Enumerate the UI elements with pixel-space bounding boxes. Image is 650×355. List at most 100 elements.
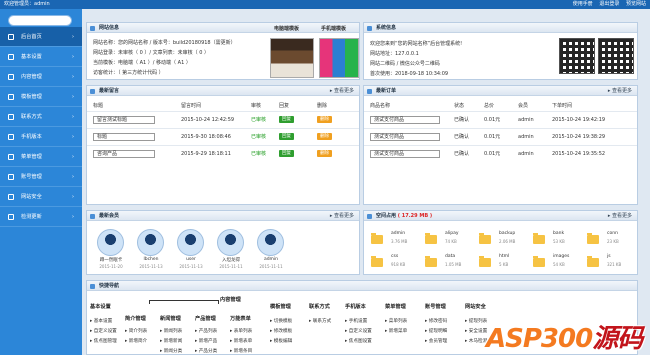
folder-icon[interactable] <box>533 256 545 267</box>
message-title-field[interactable]: 留言测试标题 <box>93 115 155 124</box>
member-name[interactable]: 入坦龙得 <box>211 257 251 263</box>
member-name[interactable]: 蹲一然眠卡 <box>91 257 131 263</box>
message-title-field[interactable]: 咨询产品 <box>93 149 155 158</box>
tab-desktop-template[interactable]: 电脑端模板 <box>274 25 299 32</box>
quick-link[interactable]: ▸ 提现明细 <box>425 328 447 334</box>
section-contact[interactable]: 联系方式 <box>309 303 330 310</box>
logout-link[interactable]: 退出登录 <box>599 1 619 7</box>
folder-name[interactable]: css <box>391 254 398 259</box>
view-more-messages-link[interactable]: ▸ 查看更多 <box>330 86 354 96</box>
folder-icon[interactable] <box>587 256 599 267</box>
quick-link[interactable]: ▸ 模板编辑 <box>270 338 292 344</box>
section-products[interactable]: 产品管理 <box>195 315 216 322</box>
quick-link[interactable]: ▸ 联系方式 <box>309 318 331 324</box>
delete-button[interactable]: 删除 <box>317 133 332 140</box>
folder-icon[interactable] <box>479 256 491 267</box>
sidebar-item-security[interactable]: 网站安全 › <box>0 187 82 207</box>
section-templates[interactable]: 模板管理 <box>270 303 291 310</box>
sidebar-search-input[interactable] <box>8 15 72 26</box>
quick-link[interactable]: ▸ 新增条目 <box>230 348 252 354</box>
folder-icon[interactable] <box>479 233 491 244</box>
quick-link[interactable]: ▸ 木马检测 <box>465 338 487 344</box>
section-forms[interactable]: 万能表单 <box>230 315 251 322</box>
avatar[interactable] <box>257 229 284 256</box>
quick-link[interactable]: ▸ 基本设置 <box>90 318 112 324</box>
quick-link[interactable]: ▸ 新增简介 <box>125 338 147 344</box>
quick-link[interactable]: ▸ 提现列表 <box>465 318 487 324</box>
folder-icon[interactable] <box>371 233 383 244</box>
folder-name[interactable]: bank <box>553 231 564 236</box>
quick-link[interactable]: ▸ 新闻分类 <box>160 348 182 354</box>
member-name[interactable]: admin <box>251 257 291 262</box>
sidebar-item-mobile[interactable]: 手机版本 › <box>0 127 82 147</box>
sidebar-item-templates[interactable]: 模板管理 › <box>0 87 82 107</box>
folder-name[interactable]: backup <box>499 231 515 236</box>
quick-link[interactable]: ▸ 焦点图管理 <box>90 338 117 344</box>
product-name-field[interactable]: 测试支付商品 <box>370 149 440 158</box>
section-menu[interactable]: 菜单管理 <box>385 303 406 310</box>
delete-button[interactable]: 删除 <box>317 116 332 123</box>
quick-link[interactable]: ▸ 新增新闻 <box>160 338 182 344</box>
sidebar-item-accounts[interactable]: 账号管理 › <box>0 167 82 187</box>
manual-link[interactable]: 使用手册 <box>573 1 593 7</box>
folder-name[interactable]: admin <box>391 231 405 236</box>
section-news[interactable]: 新闻管理 <box>160 315 181 322</box>
folder-icon[interactable] <box>533 233 545 244</box>
sidebar-item-basic-settings[interactable]: 基本设置 › <box>0 47 82 67</box>
visitor-line[interactable]: 访客统计：（ 第三方统计代码 ） <box>93 69 164 76</box>
quick-link[interactable]: ▸ 新闻列表 <box>160 328 182 334</box>
quick-link[interactable]: ▸ 切换模板 <box>270 318 292 324</box>
view-more-space-link[interactable]: ▸ 查看更多 <box>608 211 632 221</box>
mobile-template-thumbnail[interactable] <box>319 38 359 78</box>
quick-link[interactable]: ▸ 手机设置 <box>345 318 367 324</box>
sidebar-item-content[interactable]: 内容管理 › <box>0 67 82 87</box>
reply-button[interactable]: 回复 <box>279 133 294 140</box>
product-name-field[interactable]: 测试支付商品 <box>370 132 440 141</box>
reply-button[interactable]: 回复 <box>279 150 294 158</box>
quick-link[interactable]: ▸ 安全设置 <box>465 328 487 334</box>
section-security[interactable]: 网站安全 <box>465 303 486 310</box>
quick-link[interactable]: ▸ 菜单列表 <box>385 318 407 324</box>
avatar[interactable] <box>177 229 204 256</box>
view-more-members-link[interactable]: ▸ 查看更多 <box>330 211 354 221</box>
quick-link[interactable]: ▸ 产品列表 <box>195 328 217 334</box>
sidebar-item-update[interactable]: 检测更新 › <box>0 207 82 227</box>
folder-name[interactable]: images <box>553 254 569 259</box>
avatar[interactable] <box>137 229 164 256</box>
folder-name[interactable]: js <box>607 254 611 259</box>
folder-name[interactable]: data <box>445 254 455 259</box>
folder-icon[interactable] <box>371 256 383 267</box>
section-basic-settings[interactable]: 基本设置 <box>90 303 111 310</box>
quick-link[interactable]: ▸ 新增产品 <box>195 338 217 344</box>
folder-icon[interactable] <box>425 256 437 267</box>
avatar[interactable] <box>217 229 244 256</box>
section-accounts[interactable]: 账号管理 <box>425 303 446 310</box>
section-mobile[interactable]: 手机版本 <box>345 303 366 310</box>
folder-icon[interactable] <box>425 233 437 244</box>
member-name[interactable]: user <box>171 257 211 262</box>
quick-link[interactable]: ▸ 修改密码 <box>425 318 447 324</box>
quick-link[interactable]: ▸ 产品分类 <box>195 348 217 354</box>
quick-link[interactable]: ▸ 表单列表 <box>230 328 252 334</box>
tab-mobile-template[interactable]: 手机端模板 <box>321 25 346 32</box>
reply-button[interactable]: 回复 <box>279 116 294 123</box>
quick-link[interactable]: ▸ 会员管理 <box>425 338 447 344</box>
view-more-orders-link[interactable]: ▸ 查看更多 <box>608 86 632 96</box>
product-name-field[interactable]: 测试支付商品 <box>370 115 440 124</box>
avatar[interactable] <box>97 229 124 256</box>
folder-icon[interactable] <box>587 233 599 244</box>
preview-link[interactable]: 预览网站 <box>626 1 646 7</box>
quick-link[interactable]: ▸ 自定义设置 <box>345 328 372 334</box>
folder-name[interactable]: html <box>499 254 509 259</box>
sidebar-item-contact[interactable]: 联系方式 › <box>0 107 82 127</box>
sidebar-item-home[interactable]: 后台首页 › <box>0 27 82 47</box>
quick-link[interactable]: ▸ 新增表单 <box>230 338 252 344</box>
quick-link[interactable]: ▸ 新增菜单 <box>385 328 407 334</box>
delete-button[interactable]: 删除 <box>317 150 332 158</box>
message-title-field[interactable]: 标题 <box>93 132 155 141</box>
sidebar-item-menu[interactable]: 菜单管理 › <box>0 147 82 167</box>
section-intro[interactable]: 简介管理 <box>125 315 146 322</box>
quick-link[interactable]: ▸ 焦点图设置 <box>345 338 372 344</box>
quick-link[interactable]: ▸ 修改模板 <box>270 328 292 334</box>
member-name[interactable]: lbchen <box>131 257 171 262</box>
